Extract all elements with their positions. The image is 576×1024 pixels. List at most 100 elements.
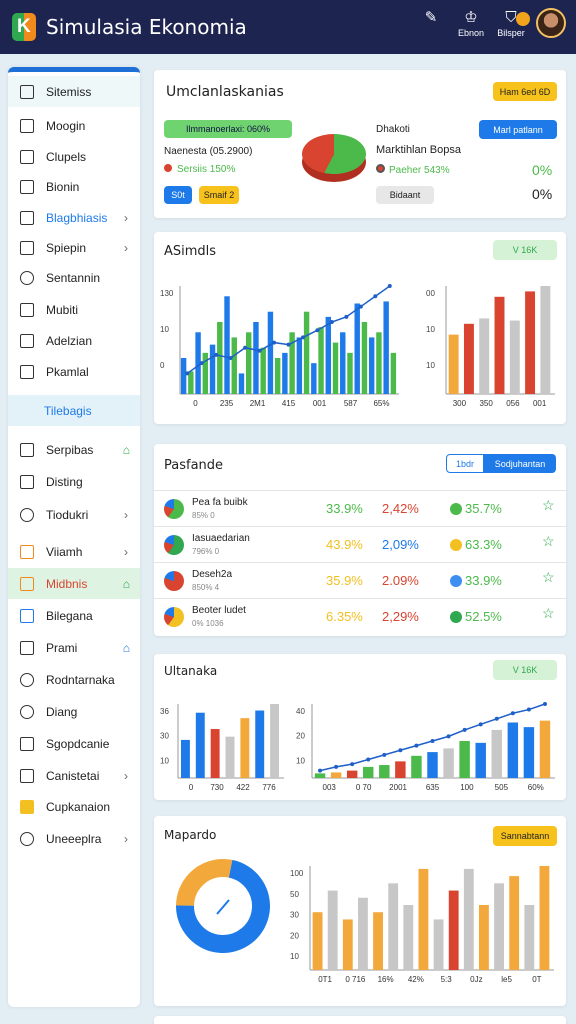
- sidebar-item-label: Sgopdcanie: [46, 736, 110, 751]
- sidebar-item-mubiti[interactable]: Mubiti: [8, 294, 140, 325]
- bar: [479, 318, 490, 394]
- sidebar-item-pkamlal[interactable]: Pkamlal: [8, 356, 140, 387]
- sidebar-item-tiodukri[interactable]: Tiodukri ›: [8, 499, 140, 530]
- line-point: [478, 722, 483, 727]
- doc-icon: [20, 736, 34, 751]
- star-icon[interactable]: ☆: [542, 533, 555, 550]
- table-row[interactable]: Deseh2a 850% 4 35.9% 2.09% 33.9% ☆: [154, 562, 566, 598]
- blue-icon: [20, 608, 34, 623]
- bar: [303, 311, 310, 394]
- x-tick-label: le5: [501, 975, 512, 984]
- sidebar-item-moogin[interactable]: Moogin: [8, 110, 140, 141]
- line-point: [430, 739, 435, 743]
- ultanaka-badge[interactable]: V 16K: [493, 660, 557, 680]
- x-tick-label: 0 70: [356, 783, 372, 792]
- sidebar-item-cupkanaion[interactable]: Cupkanaion: [8, 791, 140, 822]
- tab-sodjuhantan[interactable]: Sodjuhantan: [484, 454, 556, 473]
- bar: [475, 742, 486, 778]
- bar: [509, 876, 520, 970]
- home-icon: ⌂: [122, 576, 130, 591]
- avatar[interactable]: [536, 8, 566, 38]
- x-tick-label: 100: [460, 783, 474, 792]
- screen-icon: [20, 179, 34, 194]
- table-row[interactable]: Iasuaedarian 796% 0 43.9% 2,09% 63.3% ☆: [154, 526, 566, 562]
- sidebar-item-prami[interactable]: Prami ⌂: [8, 632, 140, 663]
- sidebar-item-clupels[interactable]: Clupels: [8, 141, 140, 172]
- row-name: Beoter ludet: [192, 605, 246, 616]
- bar: [195, 712, 205, 778]
- x-tick-label: 16%: [378, 975, 394, 984]
- button-smaif[interactable]: Smaif 2: [199, 186, 239, 204]
- sidebar-item-sentannin[interactable]: Sentannin: [8, 262, 140, 293]
- bar: [494, 296, 505, 394]
- y-tick-label: 10: [160, 325, 169, 334]
- line-point: [329, 320, 334, 324]
- bar: [479, 905, 489, 970]
- summary-action-button[interactable]: Ham 6ed 6D: [493, 82, 557, 101]
- chevron-right-icon: ›: [124, 831, 128, 846]
- sidebar-item-viiamh[interactable]: Viiamh ›: [8, 536, 140, 567]
- bar: [311, 363, 317, 394]
- marl-button[interactable]: Marl patlann: [479, 120, 557, 139]
- bidaant-button[interactable]: Bidaant: [376, 186, 434, 204]
- x-tick-label: 60%: [528, 783, 544, 792]
- x-tick-label: 235: [220, 399, 234, 408]
- sidebar-item-label: Rodntarnaka: [46, 672, 115, 687]
- sidebar-item-label: Spiepin: [46, 240, 87, 255]
- bar: [342, 919, 353, 970]
- sidebar-item-rodntarnaka[interactable]: Rodntarnaka: [8, 664, 140, 695]
- asimdls-badge[interactable]: V 16K: [493, 240, 557, 260]
- link-icon: [20, 507, 34, 522]
- line-point: [414, 743, 419, 748]
- line-point: [494, 716, 499, 721]
- sidebar-item-serpibas[interactable]: Serpibas ⌂: [8, 434, 140, 465]
- trophy-icon: ♔: [464, 9, 478, 26]
- sidebar-item-disting[interactable]: Disting: [8, 466, 140, 497]
- mapardo-button[interactable]: Sannabtann: [493, 826, 557, 846]
- table-row[interactable]: Beoter ludet 0% 1036 6.35% 2,29% 52.5% ☆: [154, 598, 566, 634]
- row-value-2: 2,42%: [382, 501, 419, 516]
- sidebar-item-uneeeplra[interactable]: Uneeeplra ›: [8, 823, 140, 854]
- line-point: [542, 702, 547, 706]
- sidebar-item-bilegana[interactable]: Bilegana: [8, 600, 140, 631]
- sidebar-item-blagbhiasis[interactable]: Blagbhiasis ›: [8, 202, 140, 233]
- row-value-3: 63.3%: [465, 537, 502, 552]
- puzzle-button[interactable]: ✎: [416, 8, 446, 28]
- sidebar-item-bionin[interactable]: Bionin: [8, 171, 140, 202]
- row-value-1: 6.35%: [326, 609, 363, 624]
- bar: [361, 322, 368, 394]
- mapardo-bar-chart: 100 50 30 20 10 0T1 0 716 16% 42% 5:3 0Jz le5 0T: [290, 866, 554, 984]
- sidebar-item-midbnis[interactable]: Midbnis ⌂: [8, 568, 140, 599]
- sidebar-item-sitemiss[interactable]: Sitemiss: [8, 76, 140, 107]
- summary-title: Umclanlaskanias: [166, 84, 284, 100]
- bar: [296, 337, 303, 394]
- trophy-button[interactable]: ♔ Ebnon: [456, 8, 486, 38]
- tab-1bdr[interactable]: 1bdr: [446, 454, 484, 473]
- doc-icon: [20, 768, 34, 783]
- row-name: Deseh2a: [192, 569, 233, 580]
- pasfande-card: Pasfande 1bdr Sodjuhantan Pea fa buibk 85…: [154, 444, 566, 636]
- table-row[interactable]: Pea fa buibk 85% 0 33.9% 2,42% 35.7% ☆: [154, 490, 566, 526]
- line-point: [382, 752, 387, 757]
- row-sub: 850% 4: [192, 583, 220, 592]
- sidebar-item-tilebagis[interactable]: Tilebagis: [8, 395, 140, 426]
- sidebar-item-adelzian[interactable]: Adelzian: [8, 325, 140, 356]
- x-tick-label: 65%: [373, 399, 389, 408]
- bar: [388, 883, 399, 970]
- sidebar-item-spiepin[interactable]: Spiepin ›: [8, 232, 140, 263]
- sidebar-item-canistetai[interactable]: Canistetai ›: [8, 760, 140, 791]
- sidebar-item-diang[interactable]: Diang: [8, 696, 140, 727]
- x-tick-label: 056: [506, 399, 520, 408]
- button-s0t[interactable]: S0t: [164, 186, 192, 204]
- star-icon[interactable]: ☆: [542, 497, 555, 514]
- sidebar-item-sgopdcanie[interactable]: Sgopdcanie: [8, 728, 140, 759]
- mapardo-card: Mapardo Sannabtann 100 50 30 20 10 0T1 0 716 16…: [154, 816, 566, 1006]
- ultanaka-left-chart: 36 30 10 0 730 422 776: [160, 704, 284, 792]
- asimdls-card: ASimdls V 16K 130 10 0 0 235 2M1 415 001 587 65% …: [154, 232, 566, 424]
- star-icon[interactable]: ☆: [542, 605, 555, 622]
- x-tick-label: 0 716: [345, 975, 366, 984]
- bar: [433, 919, 444, 970]
- y-tick-label: 0: [160, 361, 165, 370]
- bar: [509, 320, 520, 394]
- star-icon[interactable]: ☆: [542, 569, 555, 586]
